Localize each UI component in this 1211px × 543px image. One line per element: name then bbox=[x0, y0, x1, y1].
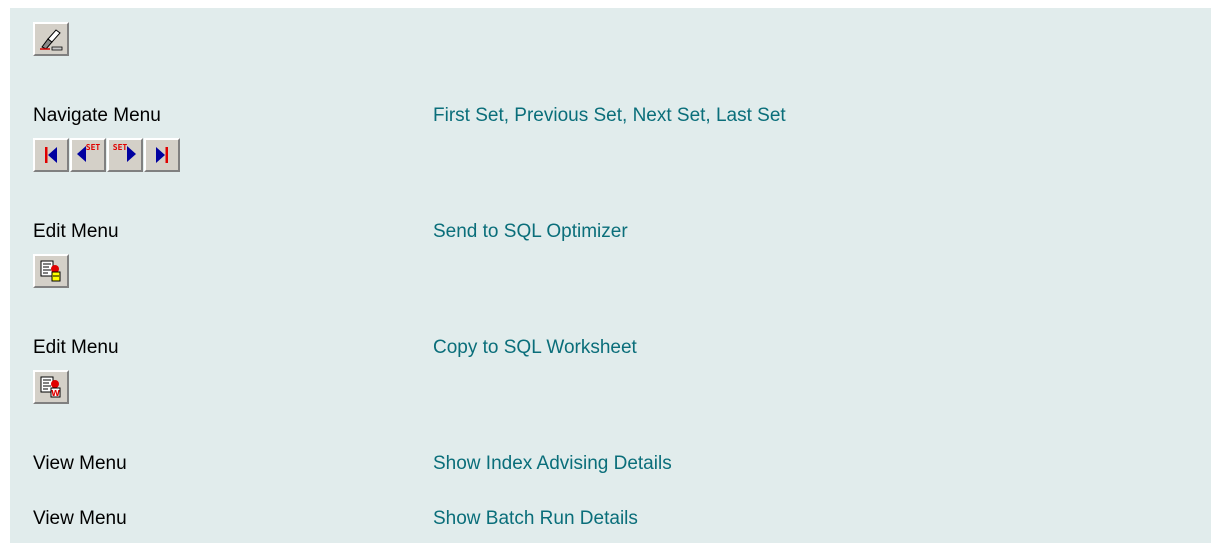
first-set-icon[interactable] bbox=[33, 138, 69, 172]
eraser-icon[interactable] bbox=[33, 22, 69, 56]
menu-label: View Menu bbox=[33, 508, 127, 529]
set-text-1: SET bbox=[86, 143, 101, 152]
top-icon-bar bbox=[33, 22, 69, 56]
last-set-icon[interactable] bbox=[144, 138, 180, 172]
navigate-icon-bar: SET SET bbox=[33, 138, 180, 172]
action-link[interactable]: Show Batch Run Details bbox=[433, 508, 638, 530]
menu-label: Edit Menu bbox=[33, 337, 119, 358]
worksheet-w-text: W bbox=[51, 389, 60, 398]
menu-label: Navigate Menu bbox=[33, 105, 161, 126]
worksheet-icon-bar: W bbox=[33, 370, 69, 404]
optimizer-icon-bar bbox=[33, 254, 69, 288]
action-link[interactable]: Show Index Advising Details bbox=[433, 453, 672, 475]
action-link[interactable]: Send to SQL Optimizer bbox=[433, 221, 628, 243]
next-set-icon[interactable]: SET bbox=[107, 138, 143, 172]
set-text-2: SET bbox=[113, 143, 128, 152]
action-link[interactable]: First Set, Previous Set, Next Set, Last … bbox=[433, 105, 786, 127]
copy-to-sql-worksheet-icon[interactable]: W bbox=[33, 370, 69, 404]
action-link[interactable]: Copy to SQL Worksheet bbox=[433, 337, 637, 359]
send-to-sql-optimizer-icon[interactable] bbox=[33, 254, 69, 288]
menu-label: View Menu bbox=[33, 453, 127, 474]
previous-set-icon[interactable]: SET bbox=[70, 138, 106, 172]
menu-label: Edit Menu bbox=[33, 221, 119, 242]
reference-panel: Navigate Menu First Set, Previous Set, N… bbox=[10, 8, 1211, 543]
